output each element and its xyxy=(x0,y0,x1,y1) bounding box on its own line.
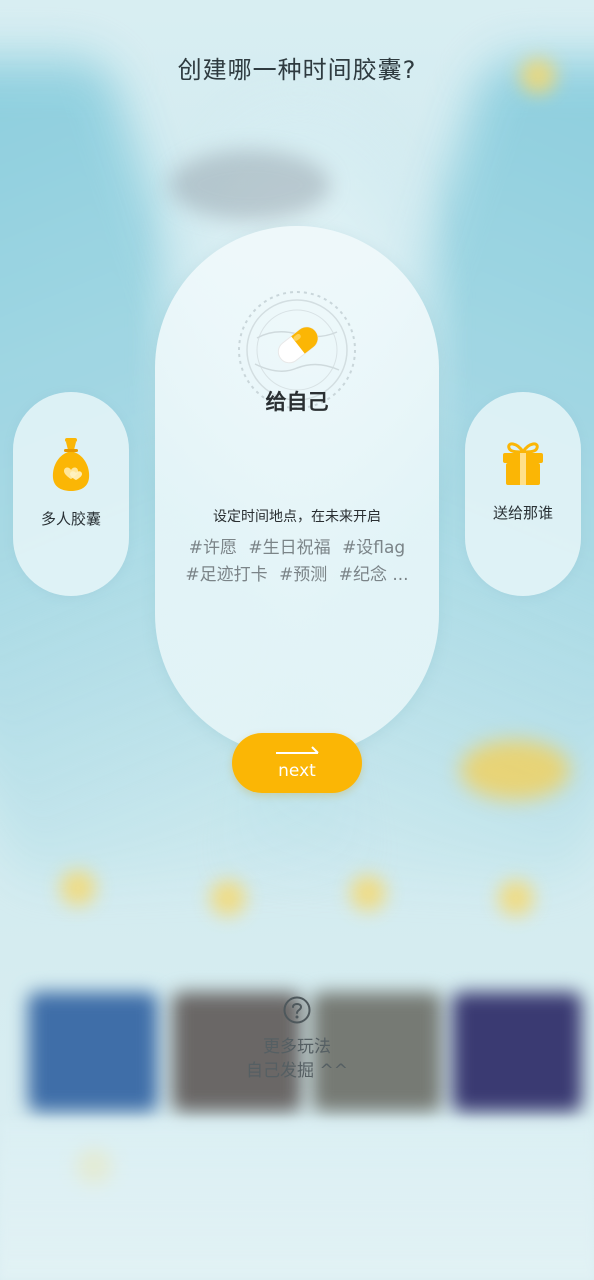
option-card-gift[interactable]: 送给那谁 xyxy=(465,392,581,596)
right-arrow-icon xyxy=(276,746,319,754)
tag-row: #许愿 #生日祝福 #设flag xyxy=(155,533,439,558)
tag-chip: #预测 xyxy=(279,565,328,585)
tag-row: #足迹打卡 #预测 #纪念 ... xyxy=(155,560,439,585)
more-ways-hint[interactable]: 更多玩法 自己发掘 ^^ xyxy=(0,996,594,1083)
background-yellow-dot xyxy=(60,870,96,906)
money-bag-hearts-icon xyxy=(52,438,90,491)
more-ways-subtitle: 自己发掘 ^^ xyxy=(246,1061,348,1081)
option-card-multi-person[interactable]: 多人胶囊 xyxy=(13,392,129,596)
capsule-pill-icon xyxy=(277,326,319,364)
next-label: next xyxy=(278,761,316,781)
gift-box-icon xyxy=(503,442,543,485)
tag-chip: #设flag xyxy=(342,538,406,558)
background-yellow-dot xyxy=(350,875,386,911)
next-button[interactable]: next xyxy=(232,733,362,793)
question-circle-icon xyxy=(283,996,311,1024)
option-label: 送给那谁 xyxy=(492,504,553,522)
background-yellow-dot xyxy=(210,880,246,916)
option-label: 给自己 xyxy=(265,390,329,414)
option-description: 设定时间地点，在未来开启 xyxy=(213,509,381,525)
background-blob xyxy=(170,150,330,220)
tag-chip: #纪念 ... xyxy=(338,565,409,585)
page-title: 创建哪一种时间胶囊? xyxy=(177,56,417,84)
background-blob xyxy=(460,740,570,800)
background-yellow-dot xyxy=(498,880,534,916)
more-ways-title: 更多玩法 xyxy=(263,1037,331,1057)
tag-chip: #足迹打卡 xyxy=(185,565,268,585)
tag-chip: #许愿 xyxy=(188,538,237,558)
option-card-self[interactable]: 给自己 设定时间地点，在未来开启 #许愿 #生日祝福 #设flag #足迹打卡 … xyxy=(155,226,439,756)
background-bottom-fade xyxy=(0,1120,594,1280)
tag-chip: #生日祝福 xyxy=(248,538,331,558)
option-label: 多人胶囊 xyxy=(40,510,101,528)
